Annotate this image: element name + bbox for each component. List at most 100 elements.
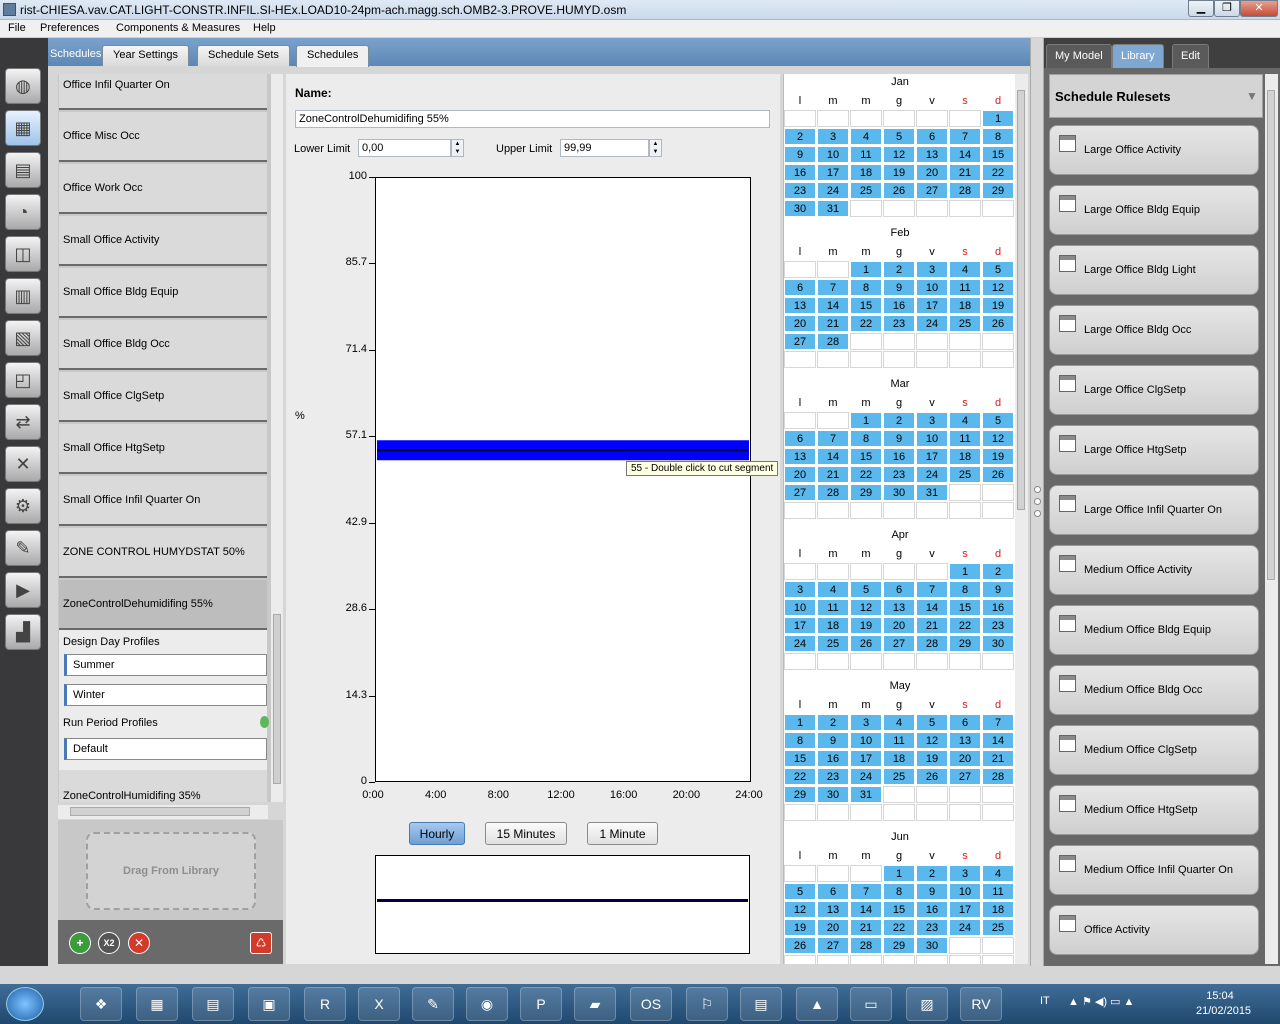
library-item[interactable]: Medium Office Activity xyxy=(1049,545,1259,595)
calendar-day[interactable]: 22 xyxy=(850,315,882,332)
calendar-day[interactable]: 9 xyxy=(817,732,849,749)
calendar-day[interactable]: 28 xyxy=(817,484,849,501)
calendar-day[interactable]: 1 xyxy=(850,261,882,278)
office-icon[interactable]: ▤ xyxy=(740,987,782,1021)
calendar-day[interactable]: 27 xyxy=(784,484,816,501)
calendar-day[interactable]: 17 xyxy=(916,448,948,465)
library-item[interactable]: Large Office Bldg Equip xyxy=(1049,185,1259,235)
calendar-day[interactable]: 14 xyxy=(949,146,981,163)
calendar-day[interactable]: 11 xyxy=(982,883,1014,900)
constructions-icon[interactable]: ▤ xyxy=(5,152,41,188)
calendar-day[interactable]: 26 xyxy=(982,466,1014,483)
calendar-day[interactable]: 17 xyxy=(817,164,849,181)
language-indicator[interactable]: IT xyxy=(1040,995,1050,1007)
calendar-day[interactable]: 1 xyxy=(850,412,882,429)
calendar-day[interactable]: 20 xyxy=(784,466,816,483)
profile-default[interactable]: Default xyxy=(64,738,267,760)
calendar-day[interactable]: 22 xyxy=(784,768,816,785)
calendar-day[interactable]: 20 xyxy=(916,164,948,181)
calendar-day[interactable]: 5 xyxy=(850,581,882,598)
calendar-day[interactable]: 22 xyxy=(982,164,1014,181)
calendar-day[interactable]: 1 xyxy=(982,110,1014,127)
calendar-day[interactable]: 23 xyxy=(883,466,915,483)
calendar-day[interactable]: 16 xyxy=(883,297,915,314)
list-scrollbar[interactable] xyxy=(270,74,283,802)
calendar-day[interactable]: 4 xyxy=(817,581,849,598)
calendar-day[interactable]: 7 xyxy=(850,883,882,900)
library-item[interactable]: Large Office Bldg Light xyxy=(1049,245,1259,295)
calendar-day[interactable]: 23 xyxy=(784,182,816,199)
calendar-day[interactable]: 8 xyxy=(850,279,882,296)
pdf-icon[interactable]: P xyxy=(520,987,562,1021)
list-item[interactable]: ZoneControlHumidifing 35% xyxy=(59,770,267,802)
calendar-day[interactable]: 6 xyxy=(883,581,915,598)
calendar-day[interactable]: 7 xyxy=(916,581,948,598)
menu-help[interactable]: Help xyxy=(253,22,276,34)
calendar-day[interactable]: 16 xyxy=(916,901,948,918)
calendar-day[interactable]: 22 xyxy=(949,617,981,634)
calendar-day[interactable]: 14 xyxy=(850,901,882,918)
calendar-day[interactable]: 15 xyxy=(883,901,915,918)
calendar-day[interactable]: 20 xyxy=(949,750,981,767)
list-item[interactable]: ZONE CONTROL HUMYDSTAT 50% xyxy=(59,528,267,578)
panel-splitter[interactable] xyxy=(1030,38,1044,966)
menu-file[interactable]: File xyxy=(8,22,26,34)
calendar-day[interactable]: 6 xyxy=(916,128,948,145)
calendar-day[interactable]: 19 xyxy=(850,617,882,634)
calendar-day[interactable]: 16 xyxy=(883,448,915,465)
calendar-day[interactable]: 13 xyxy=(817,901,849,918)
calendar-day[interactable]: 1 xyxy=(949,563,981,580)
purge-icon[interactable]: ♺ xyxy=(250,932,272,954)
list-item[interactable]: Small Office Activity xyxy=(59,216,267,266)
calendar-day[interactable]: 8 xyxy=(949,581,981,598)
calendar-day[interactable]: 5 xyxy=(916,714,948,731)
calendar-day[interactable]: 2 xyxy=(916,865,948,882)
tab-schedules[interactable]: Schedules xyxy=(296,45,370,67)
tab-library[interactable]: Library xyxy=(1112,44,1164,68)
calendar-day[interactable]: 12 xyxy=(883,146,915,163)
calendar-day[interactable]: 21 xyxy=(916,617,948,634)
menu-preferences[interactable]: Preferences xyxy=(40,22,99,34)
calendar-day[interactable]: 10 xyxy=(916,279,948,296)
calendar-day[interactable]: 19 xyxy=(784,919,816,936)
calendar-day[interactable]: 22 xyxy=(850,466,882,483)
calendar-day[interactable]: 14 xyxy=(916,599,948,616)
calendar-day[interactable]: 22 xyxy=(883,919,915,936)
calendar-day[interactable]: 28 xyxy=(982,768,1014,785)
calendar-day[interactable]: 19 xyxy=(982,448,1014,465)
list-item[interactable]: Small Office Bldg Occ xyxy=(59,320,267,370)
library-item[interactable]: Large Office Bldg Occ xyxy=(1049,305,1259,355)
schedules-icon[interactable]: ▦ xyxy=(5,110,41,146)
calendar-day[interactable]: 25 xyxy=(883,768,915,785)
calendar-day[interactable]: 24 xyxy=(784,635,816,652)
calendar-day[interactable]: 21 xyxy=(817,466,849,483)
calendar-day[interactable]: 20 xyxy=(883,617,915,634)
drag-from-library-zone[interactable]: Drag From Library xyxy=(86,832,256,910)
calendar-day[interactable]: 12 xyxy=(850,599,882,616)
library-item[interactable]: Large Office Infil Quarter On xyxy=(1049,485,1259,535)
spaces-icon[interactable]: ◰ xyxy=(5,362,41,398)
library-item[interactable]: Large Office Activity xyxy=(1049,125,1259,175)
calendar-day[interactable]: 8 xyxy=(982,128,1014,145)
app-icon-2[interactable]: ▤ xyxy=(192,987,234,1021)
calendar-day[interactable]: 28 xyxy=(949,182,981,199)
calendar-day[interactable]: 5 xyxy=(883,128,915,145)
calendar-day[interactable]: 10 xyxy=(949,883,981,900)
calendar-day[interactable]: 2 xyxy=(784,128,816,145)
calendar-day[interactable]: 3 xyxy=(949,865,981,882)
calendar-day[interactable]: 3 xyxy=(817,128,849,145)
calendar-day[interactable]: 15 xyxy=(850,448,882,465)
remove-icon[interactable]: ✕ xyxy=(128,932,150,954)
calendar-day[interactable]: 11 xyxy=(949,279,981,296)
calendar-day[interactable]: 9 xyxy=(784,146,816,163)
calendar-day[interactable]: 25 xyxy=(817,635,849,652)
results-icon[interactable]: ▟ xyxy=(5,614,41,650)
calendar-day[interactable]: 27 xyxy=(883,635,915,652)
calendar-day[interactable]: 14 xyxy=(982,732,1014,749)
calendar-day[interactable]: 29 xyxy=(949,635,981,652)
calendar-day[interactable]: 9 xyxy=(883,279,915,296)
calendar-day[interactable]: 30 xyxy=(916,937,948,954)
library-item[interactable]: Medium Office ClgSetp xyxy=(1049,725,1259,775)
calendar-day[interactable]: 24 xyxy=(916,466,948,483)
calendar-day[interactable]: 31 xyxy=(916,484,948,501)
